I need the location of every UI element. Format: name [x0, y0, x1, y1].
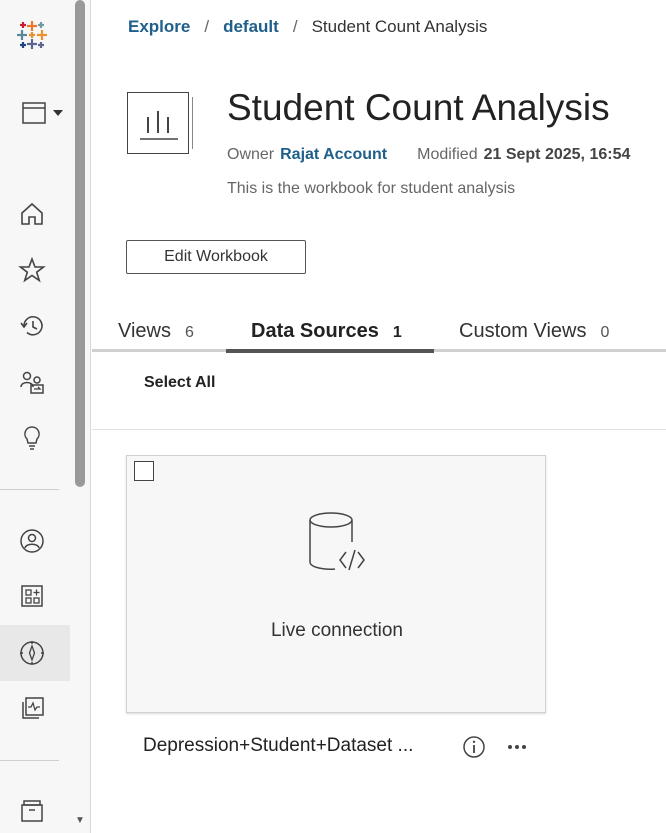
recommendations-icon[interactable]: [12, 418, 52, 458]
modified-label: Modified: [417, 146, 478, 163]
home-icon[interactable]: [12, 194, 52, 234]
tableau-logo-icon[interactable]: [12, 15, 52, 55]
sidebar-scrollbar[interactable]: ▼: [74, 0, 86, 833]
workbook-thumbnail: [127, 92, 193, 154]
tab-views[interactable]: Views 6: [118, 320, 194, 343]
owner-label: Owner: [227, 146, 275, 163]
breadcrumb-project-link[interactable]: default: [223, 17, 279, 36]
breadcrumb-explore-link[interactable]: Explore: [128, 17, 190, 36]
tab-custom-views[interactable]: Custom Views 0: [459, 320, 609, 343]
database-code-icon: [309, 512, 365, 571]
breadcrumb-separator: /: [204, 17, 210, 36]
modified-date: 21 Sept 2025, 16:54: [483, 146, 631, 163]
tab-data-sources[interactable]: Data Sources 1: [251, 320, 402, 343]
star-icon[interactable]: [12, 250, 52, 290]
recent-icon[interactable]: [12, 306, 52, 346]
workbook-meta: Owner Rajat Account Modified 21 Sept 2025, …: [227, 146, 630, 164]
breadcrumb: Explore / default / Student Count Analysis: [128, 17, 487, 37]
more-options-icon[interactable]: [505, 735, 529, 759]
datasource-name-link[interactable]: Depression+Student+Dataset ...: [143, 735, 443, 757]
owner-link[interactable]: Rajat Account: [280, 146, 387, 163]
breadcrumb-current: Student Count Analysis: [311, 17, 488, 36]
tab-count: 0: [600, 324, 610, 341]
tab-label: Custom Views: [459, 320, 587, 342]
workbook-description: This is the workbook for student analysi…: [227, 180, 516, 197]
datasource-card[interactable]: Live connection: [126, 455, 546, 713]
connection-type-label: Live connection: [270, 620, 404, 641]
sidebar-divider: [0, 760, 59, 761]
edit-workbook-button[interactable]: Edit Workbook: [126, 240, 306, 274]
select-all-button[interactable]: Select All: [144, 374, 215, 392]
sidebar-divider: [0, 489, 59, 490]
info-icon[interactable]: [462, 735, 486, 759]
tab-count: 6: [185, 324, 194, 341]
archive-icon[interactable]: [12, 791, 52, 831]
window-menu-icon[interactable]: [18, 93, 68, 133]
scroll-down-arrow-icon[interactable]: ▼: [74, 816, 86, 826]
datasource-checkbox[interactable]: [134, 461, 154, 481]
shared-icon[interactable]: [12, 362, 52, 402]
bar-chart-icon: [140, 111, 178, 140]
explore-icon[interactable]: [12, 633, 52, 673]
active-tab-indicator: [226, 349, 434, 353]
page-title: Student Count Analysis: [227, 87, 610, 128]
collections-icon[interactable]: [12, 576, 52, 616]
tab-label: Data Sources: [251, 320, 379, 342]
tab-count: 1: [392, 324, 402, 341]
sidebar: ▼: [0, 0, 91, 833]
content-divider: [92, 429, 666, 430]
metrics-icon[interactable]: [12, 689, 52, 729]
breadcrumb-separator: /: [292, 17, 298, 36]
sidebar-scrollbar-thumb[interactable]: [75, 0, 85, 487]
tab-label: Views: [118, 320, 171, 342]
personal-space-icon[interactable]: [12, 521, 52, 561]
main-content: Explore / default / Student Count Analysis S…: [92, 0, 666, 833]
